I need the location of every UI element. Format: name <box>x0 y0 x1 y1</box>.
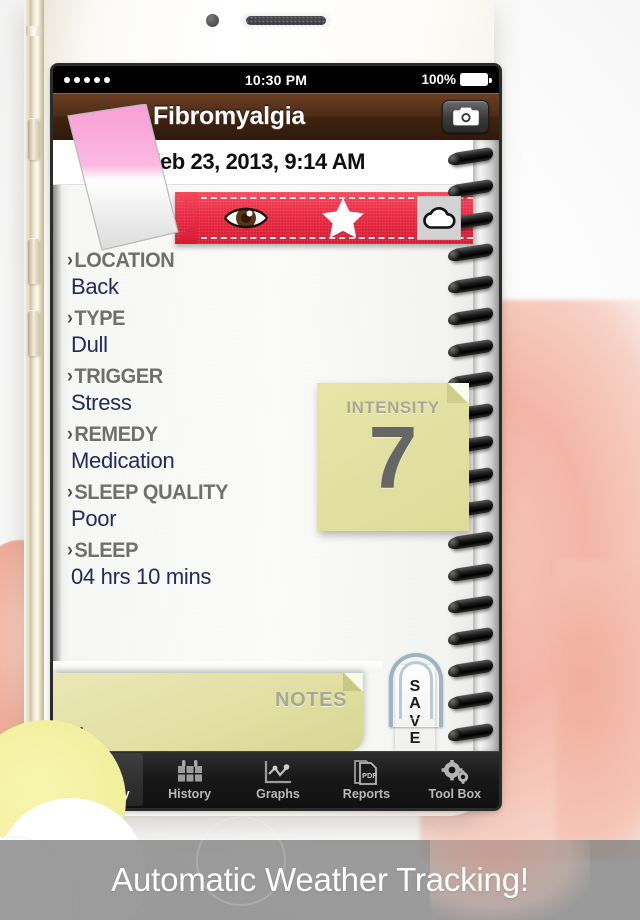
save-letter: E <box>409 729 421 747</box>
tab-icon: PDF <box>353 759 379 785</box>
pdf-document-icon: PDF <box>354 759 378 785</box>
chevron-right-icon: › <box>67 365 73 387</box>
status-bar: 10:30 PM 100% <box>53 66 499 93</box>
scene: 10:30 PM 100% Fibromyalgia Feb 23, 2013,… <box>0 0 640 920</box>
intensity-value: 7 <box>368 408 418 507</box>
page-left-shadow <box>53 140 62 751</box>
field-value: 04 hrs 10 mins <box>71 564 212 589</box>
camera-button[interactable] <box>442 100 489 133</box>
tab-tool-box[interactable]: Tool Box <box>411 751 499 808</box>
promo-banner-text: Automatic Weather Tracking! <box>111 861 529 898</box>
tab-icon <box>177 759 203 785</box>
field-remedy[interactable]: › REMEDY Medication <box>67 422 317 474</box>
field-value: Stress <box>71 390 132 415</box>
battery-indicator: 100% <box>421 72 492 87</box>
front-camera-icon <box>206 14 219 27</box>
field-sleep-quality[interactable]: › SLEEP QUALITY Poor <box>67 480 317 532</box>
field-trigger[interactable]: › TRIGGER Stress <box>67 364 317 416</box>
field-value: Dull <box>71 332 108 357</box>
field-sleep[interactable]: › SLEEP 04 hrs 10 mins <box>67 538 317 590</box>
save-button[interactable]: S A V E <box>385 651 447 751</box>
tab-reports[interactable]: PDF Reports <box>322 751 410 808</box>
field-location[interactable]: › LOCATION Back <box>67 248 317 300</box>
tab-label: Reports <box>342 786 391 801</box>
ribbon-tab-star[interactable] <box>321 197 365 239</box>
notes-sticky-note[interactable]: NOTES ... <box>53 673 363 751</box>
torn-paper-edge <box>53 661 383 673</box>
field-value: Medication <box>71 448 175 473</box>
ribbon-tab-bar <box>175 192 499 244</box>
calendar-icon <box>177 759 202 781</box>
mute-switch[interactable] <box>28 118 40 160</box>
pink-bookmark-sticky[interactable] <box>62 104 192 254</box>
svg-text:PDF: PDF <box>362 771 377 780</box>
field-label: › SLEEP QUALITY <box>67 480 229 504</box>
star-icon <box>322 198 364 238</box>
chevron-right-icon: › <box>67 539 73 561</box>
volume-down-button[interactable] <box>28 310 40 356</box>
ribbon-tab-cloud[interactable] <box>417 196 461 240</box>
promo-banner: Automatic Weather Tracking! <box>0 816 640 920</box>
tab-icon <box>441 759 469 785</box>
eye-icon <box>224 207 268 229</box>
line-chart-icon <box>264 760 292 783</box>
phone-antenna-band <box>26 26 42 36</box>
gears-icon <box>441 759 469 784</box>
camera-icon <box>452 107 479 126</box>
field-value: Poor <box>71 506 117 531</box>
tab-label: Graphs <box>256 786 300 801</box>
field-label: › TRIGGER <box>67 364 163 388</box>
intensity-sticky-note[interactable]: INTENSITY 7 <box>317 383 469 531</box>
chevron-right-icon: › <box>67 481 73 503</box>
cloud-icon <box>423 207 456 229</box>
entry-field-list: › LOCATION Back › TYPE Dull › TRIGGER Stres… <box>67 248 317 596</box>
battery-percent: 100% <box>421 72 456 87</box>
tab-label: Tool Box <box>428 786 482 801</box>
paperclip-inner-icon <box>399 661 433 719</box>
field-value: Back <box>71 274 119 299</box>
notes-label: NOTES <box>275 689 347 711</box>
ribbon-tab-eye[interactable] <box>223 204 269 232</box>
arm <box>556 560 640 860</box>
earpiece-speaker <box>240 12 332 29</box>
tab-graphs[interactable]: Graphs <box>234 751 322 808</box>
speaker-mesh <box>246 16 326 25</box>
battery-icon <box>460 73 492 86</box>
tab-icon <box>264 759 292 785</box>
field-label: › SLEEP <box>67 538 139 562</box>
field-label: › TYPE <box>67 306 126 330</box>
volume-up-button[interactable] <box>28 238 40 284</box>
field-label: › REMEDY <box>67 422 158 446</box>
field-type[interactable]: › TYPE Dull <box>67 306 317 358</box>
chevron-right-icon: › <box>67 307 73 329</box>
chevron-right-icon: › <box>67 423 73 445</box>
